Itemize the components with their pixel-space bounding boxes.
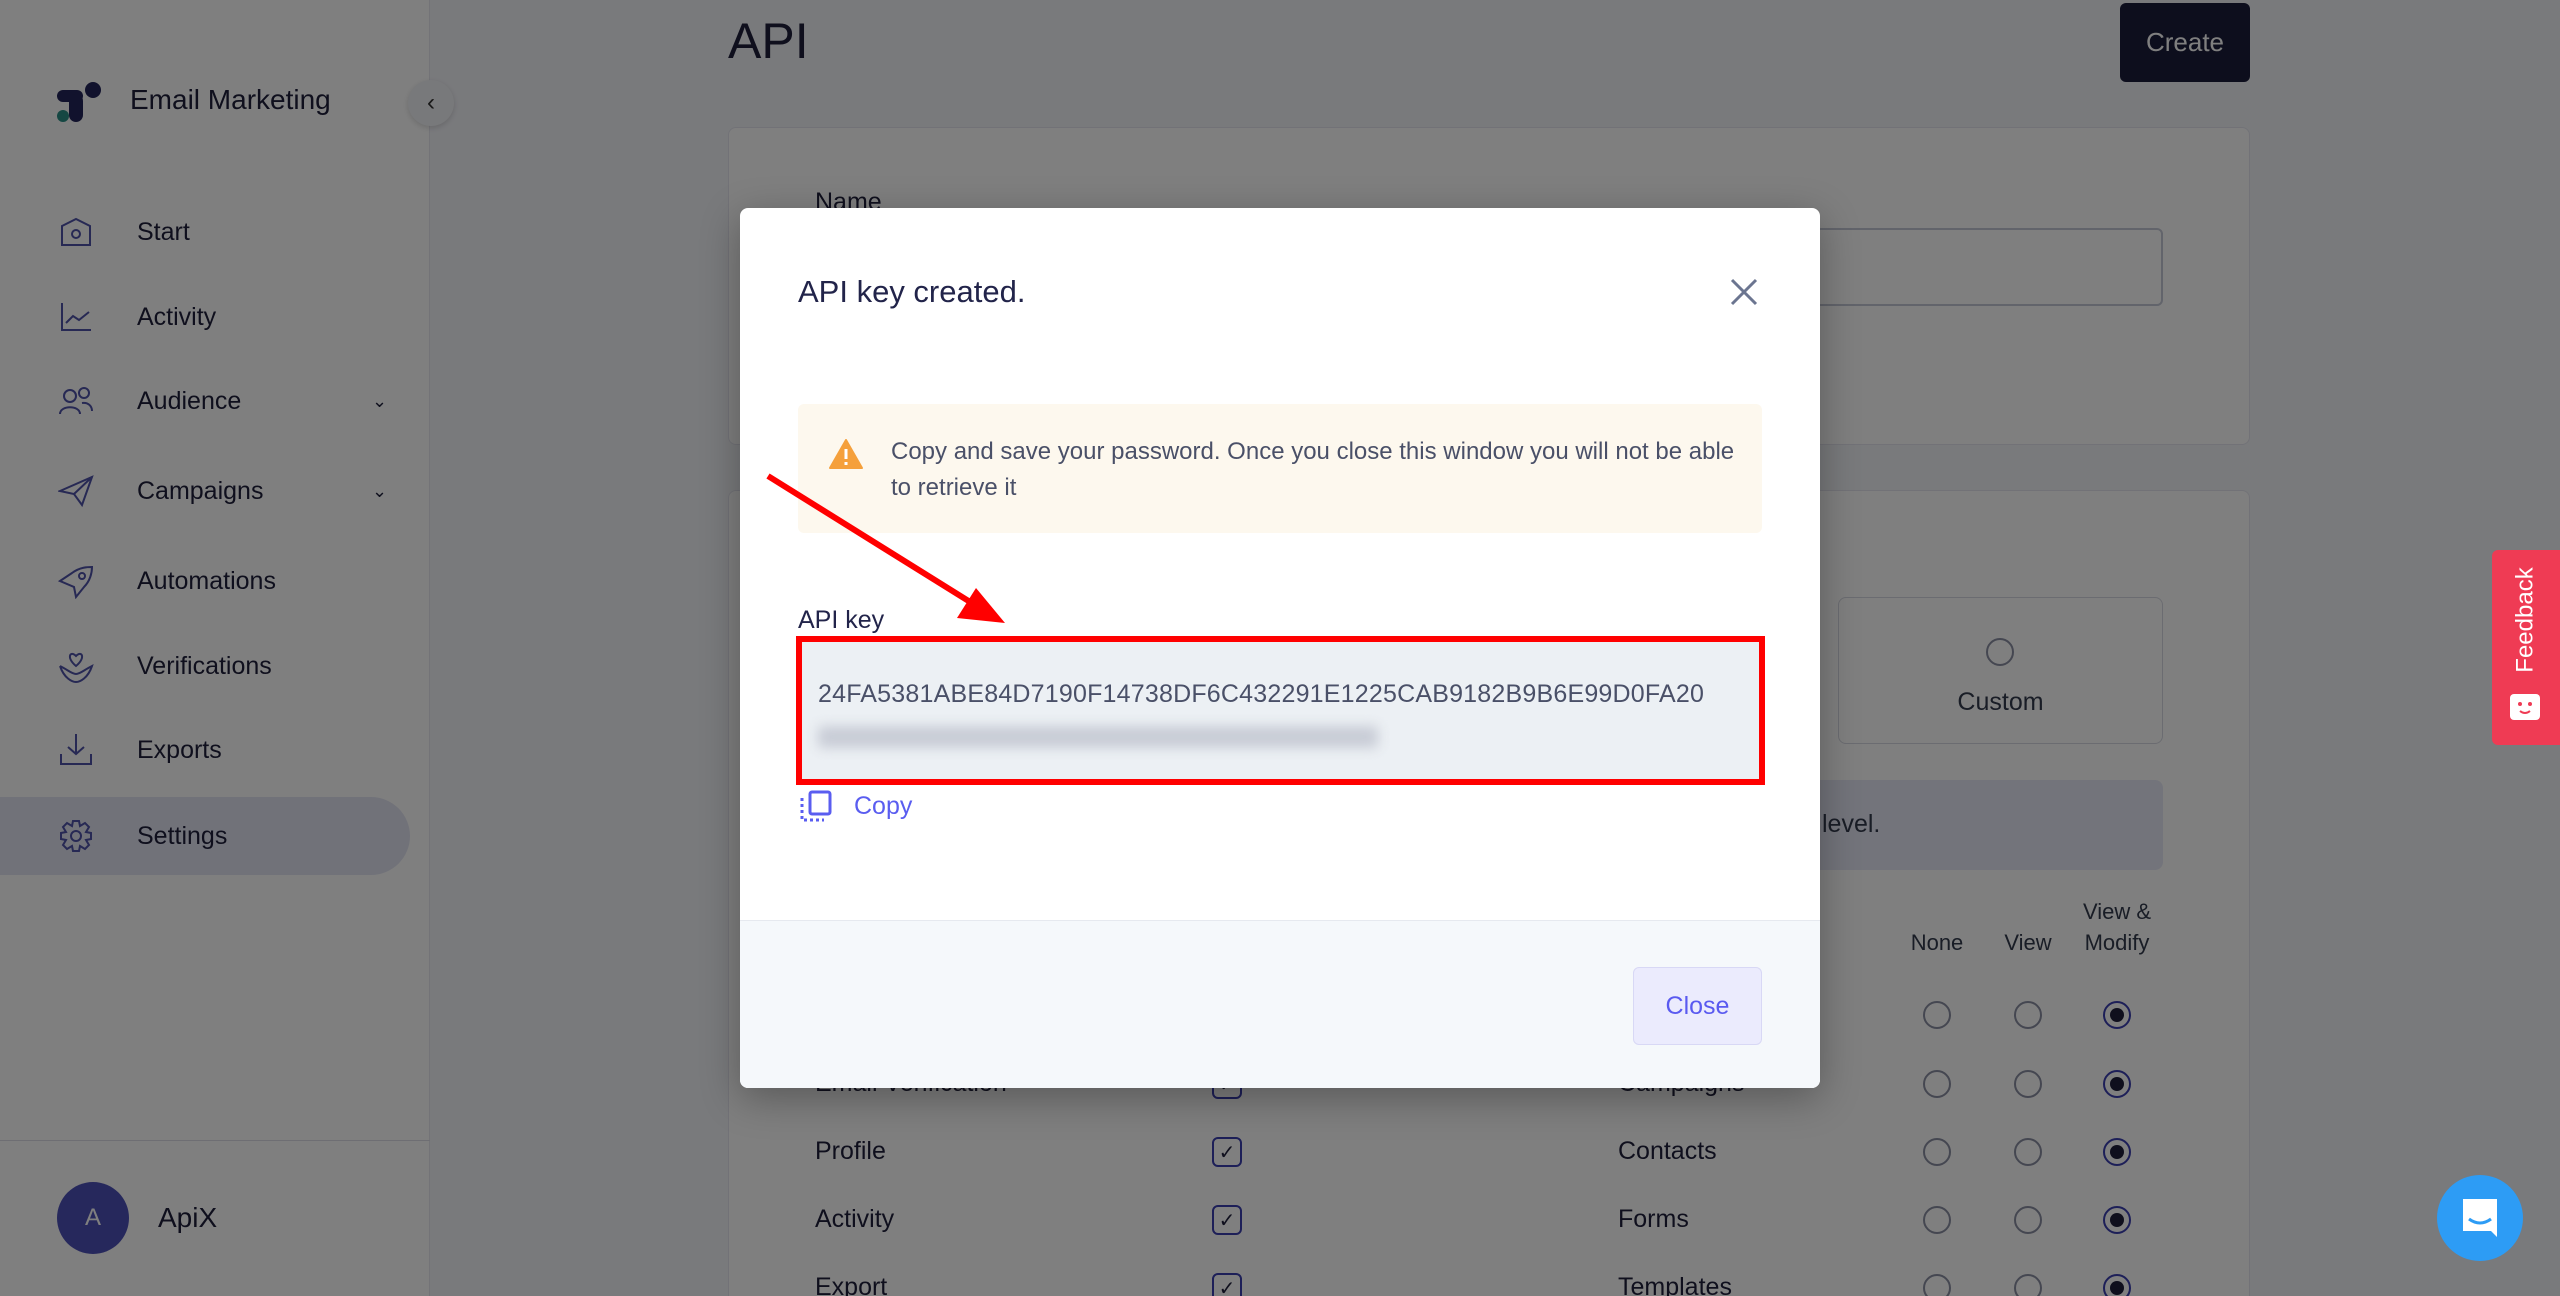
modal-footer: Close [740, 920, 1820, 1088]
annotation-highlight-box [796, 636, 1765, 785]
copy-icon [800, 790, 832, 822]
copy-label: Copy [854, 791, 913, 820]
api-key-label: API key [798, 606, 885, 634]
warning-icon [829, 439, 863, 469]
feedback-label[interactable]: Feedback [2492, 550, 2560, 690]
chat-launcher[interactable] [2437, 1175, 2523, 1261]
api-key-modal: API key created. Copy and save your pass… [740, 208, 1820, 1088]
smiley-icon [2510, 694, 2540, 720]
chat-icon [2463, 1199, 2497, 1237]
warning-text: Copy and save your password. Once you cl… [891, 438, 1735, 501]
modal-title: API key created. [798, 274, 1026, 309]
close-icon[interactable] [1724, 272, 1764, 312]
close-button[interactable]: Close [1633, 967, 1762, 1045]
warning-alert: Copy and save your password. Once you cl… [798, 404, 1762, 533]
copy-button[interactable]: Copy [798, 788, 912, 824]
